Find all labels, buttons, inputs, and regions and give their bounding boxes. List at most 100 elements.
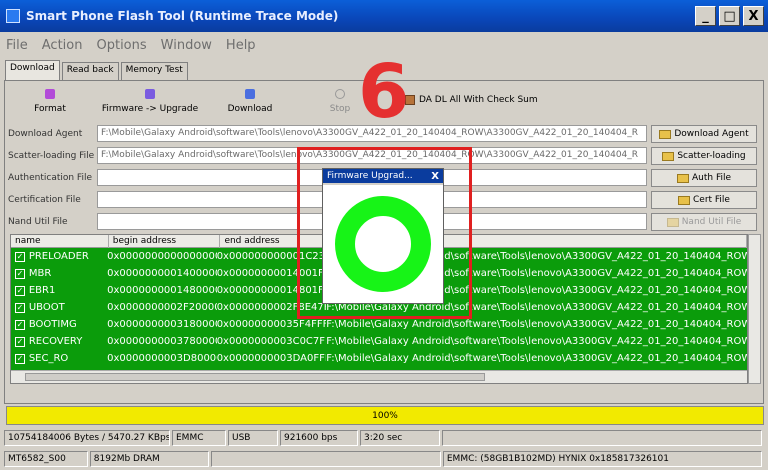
toolbar: Format Firmware -> Upgrade Download Stop	[5, 85, 385, 123]
row-begin-address: 0x0000000003D80000	[107, 353, 217, 364]
close-button[interactable]: X	[743, 6, 764, 26]
dialog-title: Firmware Upgrad...	[327, 171, 413, 181]
tab-read-back[interactable]: Read back	[61, 62, 119, 80]
da-checksum-option[interactable]: DA DL All With Check Sum	[405, 95, 538, 105]
row-begin-address: 0x0000000000000000	[107, 251, 217, 262]
status-blank	[211, 451, 441, 467]
vertical-scrollbar[interactable]	[748, 234, 761, 384]
row-name: SEC_RO	[28, 353, 69, 364]
success-ring-icon	[335, 196, 431, 292]
stop-icon	[335, 89, 345, 99]
row-begin-address: 0x0000000001480000	[107, 285, 217, 296]
row-checkbox[interactable]: ✓	[15, 268, 25, 279]
row-name: PRELOADER	[28, 251, 89, 262]
row-begin-address: 0x0000000002F20000	[107, 302, 217, 313]
firmware-upgrade-dialog: Firmware Upgrad... X	[322, 168, 444, 304]
status-port: USB	[228, 430, 278, 446]
scroll-thumb[interactable]	[25, 373, 485, 381]
title-bar: Smart Phone Flash Tool (Runtime Trace Mo…	[0, 0, 768, 32]
folder-icon	[678, 195, 690, 205]
download-button[interactable]: Download	[205, 85, 295, 123]
download-agent-button-label: Download Agent	[674, 129, 749, 139]
tab-memory-test[interactable]: Memory Test	[120, 62, 188, 80]
row-location: F:\Mobile\Galaxy Android\software\Tools\…	[326, 336, 747, 347]
dialog-close-button[interactable]: X	[431, 171, 439, 182]
row-begin-address: 0x0000000003780000	[107, 336, 217, 347]
menu-window[interactable]: Window	[161, 38, 212, 53]
status-chip: MT6582_S00	[4, 451, 88, 467]
status-transfer: 10754184006 Bytes / 5470.27 KBps	[4, 430, 170, 446]
app-icon	[6, 9, 20, 23]
folder-icon	[676, 173, 689, 183]
format-button[interactable]: Format	[5, 85, 95, 123]
row-location: F:\Mobile\Galaxy Android\software\Tools\…	[326, 319, 747, 330]
row-end-address: 0x0000000003C0C7FF	[216, 336, 327, 347]
header-begin-address[interactable]: begin address	[109, 235, 221, 248]
tab-download[interactable]: Download	[5, 60, 60, 80]
row-checkbox[interactable]: ✓	[15, 353, 25, 364]
row-name: RECOVERY	[28, 336, 83, 347]
tab-strip: Download Read back Memory Test	[5, 60, 190, 80]
nand-util-label: Nand Util File	[8, 217, 68, 227]
row-end-address: 0x00000000035F4FFF	[216, 319, 327, 330]
menu-help[interactable]: Help	[226, 38, 256, 53]
row-begin-address: 0x0000000001400000	[107, 268, 217, 279]
progress-bar: 100%	[6, 406, 764, 425]
row-begin-address: 0x0000000003180000	[107, 319, 217, 330]
auth-file-label: Authentication File	[8, 173, 92, 183]
da-checksum-label: DA DL All With Check Sum	[419, 95, 538, 105]
dialog-body	[323, 185, 443, 303]
cert-file-label: Certification File	[8, 195, 81, 205]
row-checkbox[interactable]: ✓	[15, 251, 25, 262]
format-icon	[45, 89, 55, 99]
nand-util-button-label: Nand Util File	[681, 217, 742, 227]
row-name: UBOOT	[28, 302, 65, 313]
row-name: MBR	[28, 268, 52, 279]
auth-file-button[interactable]: Auth File	[651, 169, 757, 187]
status-baud: 921600 bps	[280, 430, 358, 446]
header-name[interactable]: name	[11, 235, 109, 248]
window-title: Smart Phone Flash Tool (Runtime Trace Mo…	[26, 9, 339, 23]
step-number-overlay: 6	[358, 49, 410, 135]
download-label: Download	[227, 104, 273, 114]
row-checkbox[interactable]: ✓	[15, 302, 25, 313]
table-row[interactable]: ✓ SEC_RO 0x0000000003D80000 0x0000000003DA0…	[11, 350, 747, 367]
row-name: BOOTIMG	[28, 319, 77, 330]
menu-action[interactable]: Action	[42, 38, 83, 53]
status-bar-bottom: MT6582_S00 8192Mb DRAM EMMC: (58GB1B102M…	[4, 451, 764, 468]
folder-icon	[659, 129, 672, 139]
row-location: F:\Mobile\Galaxy Android\software\Tools\…	[326, 353, 747, 364]
dialog-title-bar: Firmware Upgrad... X	[323, 169, 443, 183]
row-checkbox[interactable]: ✓	[15, 319, 25, 330]
folder-icon	[666, 217, 679, 227]
download-agent-label: Download Agent	[8, 129, 83, 139]
row-checkbox[interactable]: ✓	[15, 285, 25, 296]
maximize-button[interactable]: □	[719, 6, 740, 26]
menu-file[interactable]: File	[6, 38, 28, 53]
firmware-upgrade-button[interactable]: Firmware -> Upgrade	[95, 85, 205, 123]
cert-file-button[interactable]: Cert File	[651, 191, 757, 209]
scatter-loading-button[interactable]: Scatter-loading	[651, 147, 757, 165]
row-name: EBR1	[28, 285, 56, 296]
status-dram: 8192Mb DRAM	[89, 451, 210, 467]
format-label: Format	[34, 104, 66, 114]
horizontal-scrollbar[interactable]	[11, 370, 747, 383]
table-row[interactable]: ✓ RECOVERY 0x0000000003780000 0x0000000003C…	[11, 333, 747, 350]
download-agent-button[interactable]: Download Agent	[651, 125, 757, 143]
scatter-loading-button-label: Scatter-loading	[677, 151, 746, 161]
nand-util-button[interactable]: Nand Util File	[651, 213, 757, 231]
scatter-file-label: Scatter-loading File	[8, 151, 95, 161]
row-checkbox[interactable]: ✓	[15, 336, 25, 347]
cert-file-button-label: Cert File	[693, 195, 730, 205]
auth-file-button-label: Auth File	[691, 173, 731, 183]
firmware-upgrade-icon	[145, 89, 155, 99]
progress-label: 100%	[372, 410, 398, 421]
menu-options[interactable]: Options	[96, 38, 146, 53]
minimize-button[interactable]: _	[695, 6, 716, 26]
row-end-address: 0x0000000003DA0FFF	[216, 353, 327, 364]
folder-icon	[662, 151, 675, 161]
status-empty	[442, 430, 762, 446]
firmware-upgrade-label: Firmware -> Upgrade	[101, 104, 199, 114]
status-storage: EMMC	[172, 430, 226, 446]
app-window: { "window": {"title": "Smart Phone Flash…	[0, 0, 768, 470]
